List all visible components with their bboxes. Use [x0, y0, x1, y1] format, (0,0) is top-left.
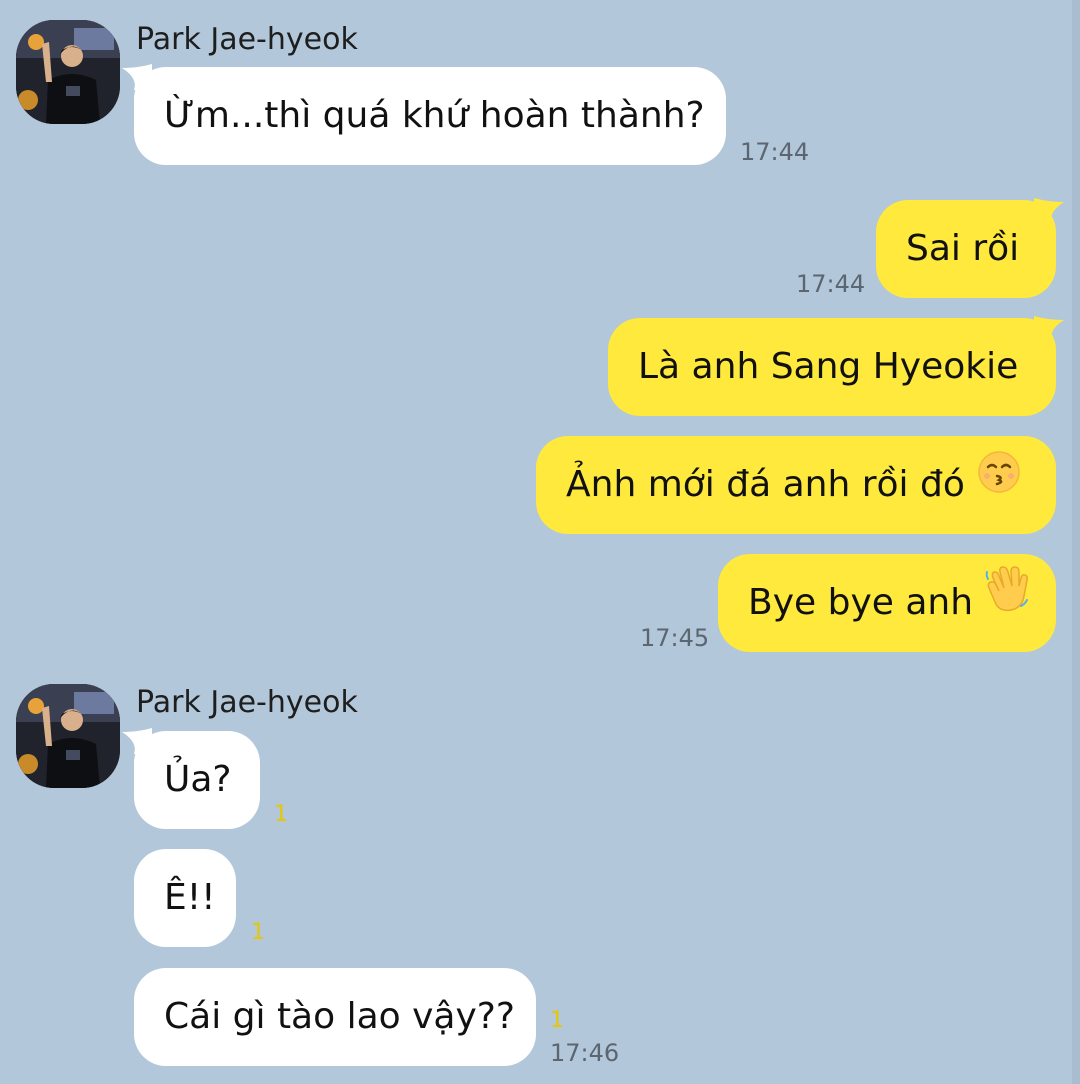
incoming-message[interactable]: Ừm...thì quá khứ hoàn thành? — [134, 67, 726, 165]
message-text: Ảnh mới đá anh rồi đó — [566, 464, 965, 505]
message-text: Ủa? — [164, 759, 232, 800]
incoming-message[interactable]: Ủa? — [134, 731, 260, 829]
unread-count: 1 — [251, 920, 265, 945]
message-time: 17:44 — [740, 138, 810, 166]
waving-hand-icon — [985, 552, 1029, 650]
incoming-message[interactable]: Cái gì tào lao vậy?? — [134, 968, 536, 1066]
scrollbar-track[interactable] — [1072, 0, 1080, 1084]
message-text: Sai rồi — [906, 228, 1020, 269]
outgoing-message[interactable]: Bye bye anh — [718, 554, 1056, 652]
message-text: Là anh Sang Hyeokie — [638, 346, 1019, 387]
unread-count: 1 — [550, 1008, 564, 1033]
kissing-face-icon — [977, 434, 1021, 532]
unread-count: 1 — [274, 802, 288, 827]
sender-avatar[interactable] — [16, 20, 120, 124]
outgoing-message[interactable]: Ảnh mới đá anh rồi đó — [536, 436, 1056, 534]
sender-name: Park Jae-hyeok — [136, 685, 358, 720]
message-time: 17:46 — [550, 1039, 620, 1067]
chat-view[interactable]: Park Jae-hyeok Ừm...thì quá khứ hoàn thà… — [0, 0, 1080, 1084]
outgoing-message[interactable]: Là anh Sang Hyeokie — [608, 318, 1056, 416]
message-time: 17:44 — [796, 270, 866, 298]
message-text: Ừm...thì quá khứ hoàn thành? — [164, 95, 705, 136]
message-time: 17:45 — [640, 624, 710, 652]
incoming-message[interactable]: Ê!! — [134, 849, 236, 947]
message-text: Ê!! — [164, 877, 216, 918]
outgoing-message[interactable]: Sai rồi — [876, 200, 1056, 298]
message-text: Cái gì tào lao vậy?? — [164, 996, 515, 1037]
sender-name: Park Jae-hyeok — [136, 22, 358, 57]
sender-avatar[interactable] — [16, 684, 120, 788]
message-text: Bye bye anh — [748, 582, 974, 623]
